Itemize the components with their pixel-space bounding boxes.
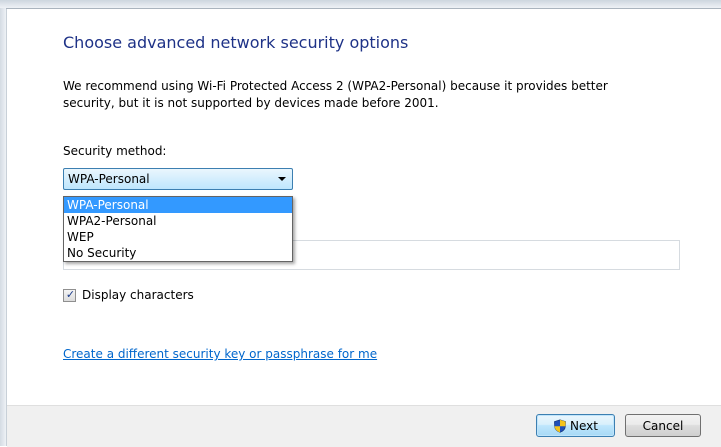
cancel-button[interactable]: Cancel [625, 414, 701, 437]
display-characters-row: ✓ Display characters [63, 287, 194, 303]
next-button[interactable]: Next [536, 414, 615, 437]
dropdown-option-no-security[interactable]: No Security [64, 245, 292, 261]
window-left-frame [0, 0, 7, 446]
security-method-label: Security method: [63, 144, 167, 158]
next-button-label: Next [570, 419, 598, 433]
security-method-dropdown-list: WPA-Personal WPA2-Personal WEP No Securi… [63, 196, 293, 262]
security-method-select[interactable]: WPA-Personal [63, 168, 293, 190]
dropdown-option-wpa-personal[interactable]: WPA-Personal [64, 197, 292, 213]
window-top-divider [6, 8, 721, 9]
dropdown-option-wep[interactable]: WEP [64, 229, 292, 245]
checkmark-icon: ✓ [65, 287, 76, 301]
page-title: Choose advanced network security options [63, 33, 409, 52]
dialog-window: Choose advanced network security options… [0, 0, 721, 447]
dropdown-option-wpa2-personal[interactable]: WPA2-Personal [64, 213, 292, 229]
display-characters-checkbox[interactable]: ✓ [63, 287, 76, 302]
uac-shield-icon [554, 418, 566, 433]
window-top-frame [0, 0, 721, 8]
chevron-down-icon[interactable] [278, 177, 286, 181]
create-passphrase-link[interactable]: Create a different security key or passp… [63, 347, 377, 361]
security-method-selected-value: WPA-Personal [68, 172, 150, 186]
dialog-footer: Next Cancel [7, 405, 721, 447]
recommendation-text: We recommend using Wi-Fi Protected Acces… [63, 79, 608, 110]
display-characters-label[interactable]: Display characters [82, 288, 194, 302]
